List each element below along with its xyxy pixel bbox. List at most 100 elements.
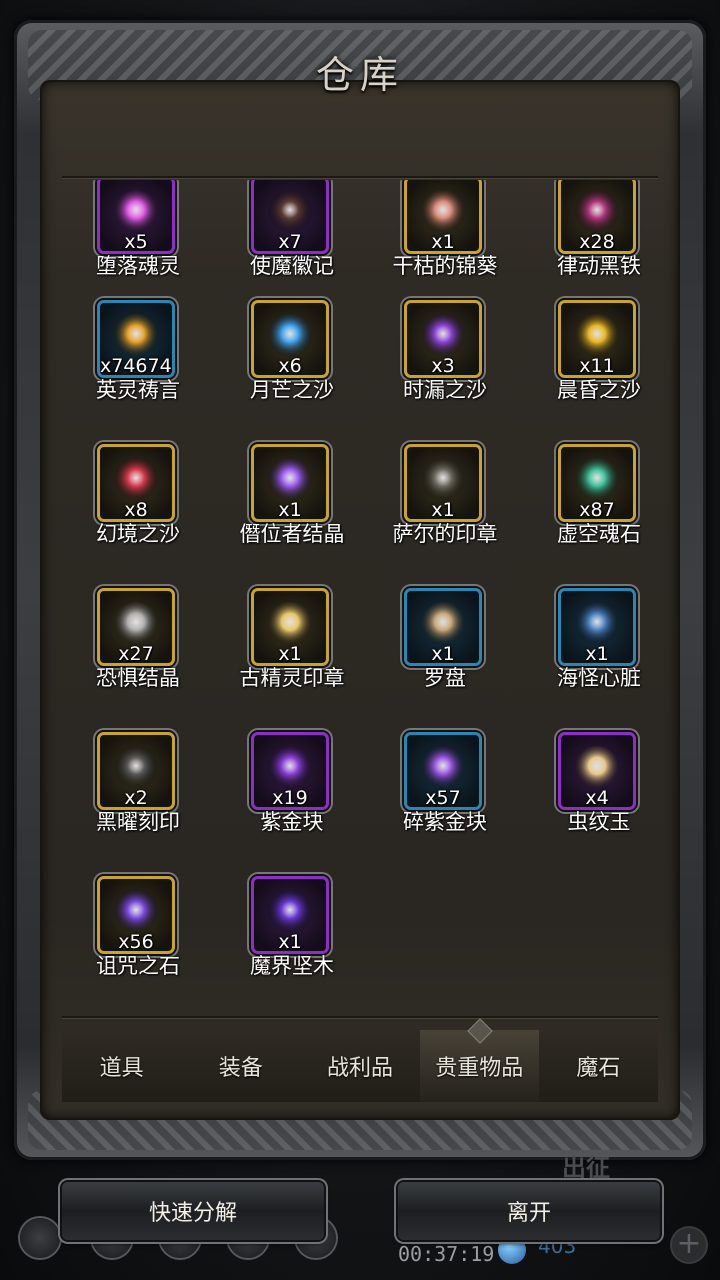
- cursed-stone-icon: [113, 889, 159, 935]
- item-slot[interactable]: x6 月芒之沙: [222, 300, 362, 420]
- item-slot[interactable]: x1 僭位者结晶: [222, 444, 362, 564]
- tab-valuables[interactable]: 贵重物品: [419, 1030, 539, 1102]
- item-slot[interactable]: x1 干枯的锦葵: [375, 180, 515, 296]
- timer-text: 00:37:19: [398, 1242, 495, 1266]
- demon-wood-icon: [267, 889, 313, 935]
- elven-seal-icon: [267, 601, 313, 647]
- item-slot[interactable]: x1 罗盘: [375, 588, 515, 708]
- item-slot[interactable]: x1 萨尔的印章: [375, 444, 515, 564]
- item-name: 海怪心脏: [557, 666, 641, 690]
- violet-crystal-icon: [267, 457, 313, 503]
- item-name: 虚空魂石: [557, 522, 641, 546]
- item-slot[interactable]: x7 使魔徽记: [222, 180, 362, 296]
- category-tabs: 道具 装备 战利品 贵重物品 魔石: [62, 1030, 658, 1102]
- item-name: 碎紫金块: [403, 810, 487, 834]
- kraken-heart-icon: [574, 601, 620, 647]
- amber-jade-icon: [574, 745, 620, 791]
- item-name: 僭位者结晶: [239, 522, 345, 546]
- item-slot[interactable]: x746741英灵祷言: [68, 300, 208, 420]
- pink-orb-icon: [113, 189, 159, 235]
- item-name: 晨昏之沙: [557, 378, 641, 402]
- purple-ore-icon: [267, 745, 313, 791]
- item-frame: x746741: [97, 300, 175, 378]
- item-slot[interactable]: x87 虚空魂石: [529, 444, 658, 564]
- item-name: 古精灵印章: [239, 666, 345, 690]
- item-slot[interactable]: x5 堕落魂灵: [68, 180, 208, 296]
- item-name: 紫金块: [260, 810, 324, 834]
- divider-bottom: [62, 1016, 658, 1018]
- red-sand-icon: [113, 457, 159, 503]
- purple-shard-icon: [420, 745, 466, 791]
- purple-sand-icon: [420, 313, 466, 359]
- blue-sand-icon: [267, 313, 313, 359]
- item-slot[interactable]: x8 幻境之沙: [68, 444, 208, 564]
- item-slot[interactable]: x3 时漏之沙: [375, 300, 515, 420]
- item-name: 虫纹玉: [567, 810, 631, 834]
- item-name: 罗盘: [424, 666, 466, 690]
- item-frame: x1: [404, 180, 482, 254]
- item-slot[interactable]: x11 晨昏之沙: [529, 300, 658, 420]
- item-frame: x8: [97, 444, 175, 522]
- leave-button[interactable]: 离开: [398, 1182, 660, 1240]
- item-slot[interactable]: x19 紫金块: [222, 732, 362, 852]
- item-slot[interactable]: x56 诅咒之石: [68, 876, 208, 996]
- item-name: 使魔徽记: [250, 254, 334, 278]
- item-frame: x1: [251, 444, 329, 522]
- withered-flower-icon: [420, 189, 466, 235]
- item-name: 月芒之沙: [250, 378, 334, 402]
- item-name: 堕落魂灵: [96, 254, 180, 278]
- expedition-label: 出征: [562, 1154, 610, 1182]
- obsidian-mark-icon: [113, 745, 159, 791]
- item-slot[interactable]: x1 古精灵印章: [222, 588, 362, 708]
- item-slot[interactable]: x27 恐惧结晶: [68, 588, 208, 708]
- black-iron-icon: [574, 189, 620, 235]
- golden-orb-icon: [113, 313, 159, 359]
- item-grid[interactable]: x5堕落魂灵x7使魔徽记x1干枯的锦葵x28律动黑铁x746741英灵祷言x6月…: [62, 180, 658, 1014]
- divider-top: [62, 176, 658, 178]
- dark-emblem-icon: [267, 189, 313, 235]
- item-name: 英灵祷言: [96, 378, 180, 402]
- item-frame: x28: [558, 180, 636, 254]
- item-slot[interactable]: x4 虫纹玉: [529, 732, 658, 852]
- quick-decompose-button[interactable]: 快速分解: [62, 1182, 324, 1240]
- void-stone-icon: [574, 457, 620, 503]
- item-frame: x1: [404, 444, 482, 522]
- gold-sand-icon: [574, 313, 620, 359]
- item-slot[interactable]: x2 黑曜刻印: [68, 732, 208, 852]
- tab-items[interactable]: 道具: [62, 1030, 181, 1102]
- item-name: 魔界坚木: [250, 954, 334, 978]
- fear-crystal-icon: [113, 601, 159, 647]
- item-frame: x6: [251, 300, 329, 378]
- add-icon[interactable]: +: [672, 1228, 706, 1262]
- item-frame: x27: [97, 588, 175, 666]
- item-frame: x87: [558, 444, 636, 522]
- item-slot[interactable]: x1 海怪心脏: [529, 588, 658, 708]
- settings-gear-icon[interactable]: [20, 1218, 60, 1258]
- item-frame: x11: [558, 300, 636, 378]
- item-frame: x19: [251, 732, 329, 810]
- item-slot[interactable]: x28 律动黑铁: [529, 180, 658, 296]
- item-slot[interactable]: x1 魔界坚木: [222, 876, 362, 996]
- item-frame: x1: [558, 588, 636, 666]
- item-frame: x1: [251, 876, 329, 954]
- item-name: 律动黑铁: [557, 254, 641, 278]
- item-name: 黑曜刻印: [96, 810, 180, 834]
- item-name: 时漏之沙: [403, 378, 487, 402]
- item-frame: x56: [97, 876, 175, 954]
- item-name: 萨尔的印章: [392, 522, 498, 546]
- item-frame: x2: [97, 732, 175, 810]
- item-frame: x1: [251, 588, 329, 666]
- item-name: 干枯的锦葵: [392, 254, 498, 278]
- tab-equipment[interactable]: 装备: [181, 1030, 300, 1102]
- item-frame: x57: [404, 732, 482, 810]
- item-frame: x7: [251, 180, 329, 254]
- window-title: 仓库: [315, 53, 404, 97]
- compass-icon: [420, 601, 466, 647]
- item-frame: x1: [404, 588, 482, 666]
- item-name: 幻境之沙: [96, 522, 180, 546]
- item-name: 恐惧结晶: [96, 666, 180, 690]
- tab-magic-stones[interactable]: 魔石: [539, 1030, 658, 1102]
- gem-icon: [498, 1236, 526, 1264]
- item-slot[interactable]: x57 碎紫金块: [375, 732, 515, 852]
- tab-loot[interactable]: 战利品: [300, 1030, 419, 1102]
